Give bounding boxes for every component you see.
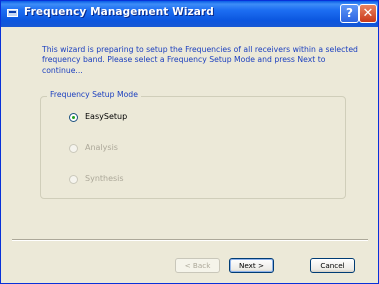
cancel-button[interactable]: Cancel xyxy=(310,258,355,273)
radio-easysetup-label: EasySetup xyxy=(85,112,128,121)
group-title: Frequency Setup Mode xyxy=(47,90,141,99)
window-app-icon xyxy=(7,9,18,17)
next-button[interactable]: Next > xyxy=(229,258,274,273)
radio-unselected-icon xyxy=(69,144,78,153)
close-button[interactable]: ✕ xyxy=(359,4,377,23)
title-bar[interactable]: Frequency Management Wizard ? ✕ xyxy=(1,1,378,27)
radio-analysis-label: Analysis xyxy=(85,143,118,152)
intro-text: This wizard is preparing to setup the Fr… xyxy=(42,45,358,75)
radio-selected-icon xyxy=(69,113,78,122)
help-button[interactable]: ? xyxy=(340,4,359,23)
back-button: < Back xyxy=(175,258,220,273)
wizard-window: Frequency Management Wizard ? ✕ This wiz… xyxy=(0,0,379,284)
window-title: Frequency Management Wizard xyxy=(24,6,214,18)
radio-synthesis-label: Synthesis xyxy=(85,174,124,183)
radio-unselected-icon xyxy=(69,175,78,184)
button-separator xyxy=(12,239,368,241)
